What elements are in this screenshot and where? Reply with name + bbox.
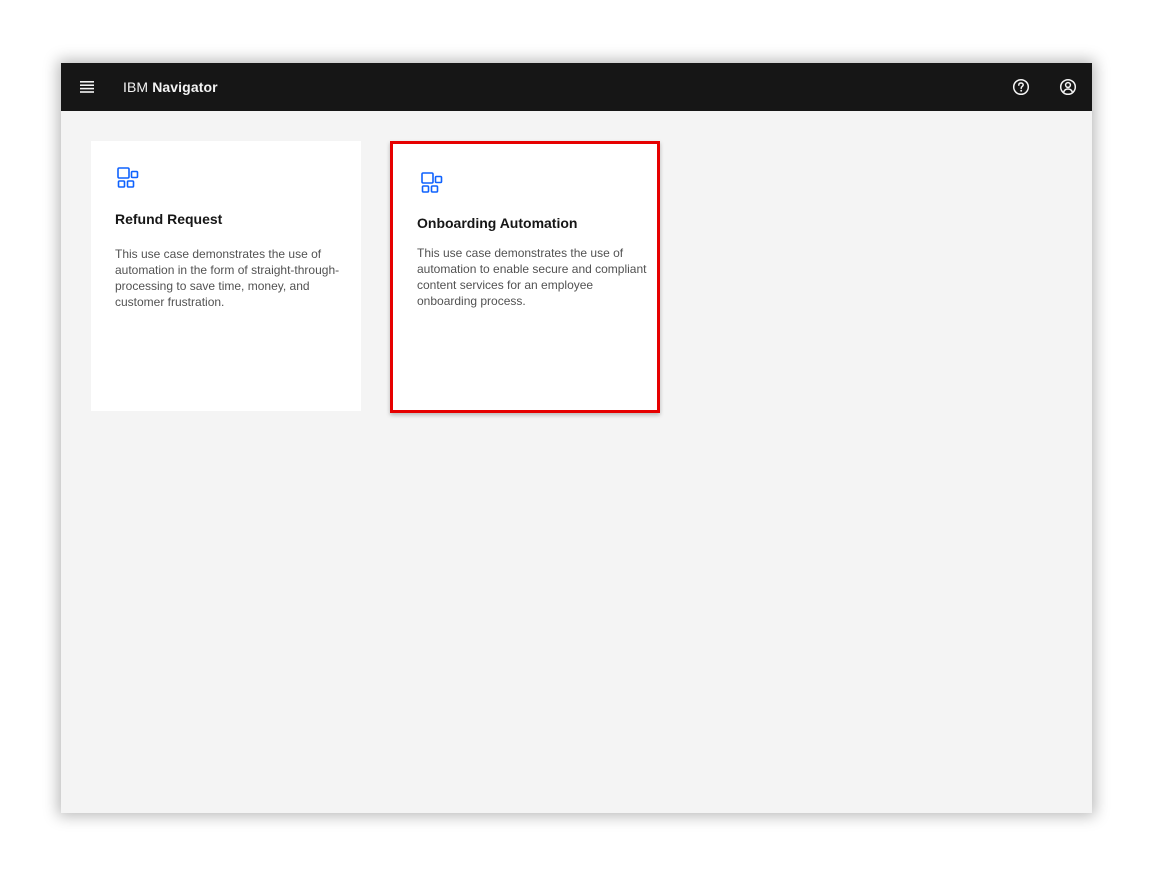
- card-description: This use case demonstrates the use of au…: [417, 246, 647, 308]
- card-description: This use case demonstrates the use of au…: [115, 247, 340, 309]
- help-icon: [1012, 78, 1030, 96]
- user-avatar-icon: [1059, 78, 1077, 96]
- apps-icon: [421, 172, 443, 193]
- brand-name: Navigator: [152, 79, 218, 95]
- app-window: IBM Navigator Refund Request This use ca…: [61, 63, 1092, 813]
- header-bar: IBM Navigator: [61, 63, 1092, 111]
- help-button[interactable]: [1005, 71, 1037, 103]
- menu-icon: [80, 81, 94, 93]
- menu-button[interactable]: [71, 71, 103, 103]
- card-onboarding-automation[interactable]: Onboarding Automation This use case demo…: [390, 141, 660, 413]
- app-brand[interactable]: IBM Navigator: [123, 63, 218, 111]
- brand-prefix: IBM: [123, 79, 149, 95]
- card-refund-request[interactable]: Refund Request This use case demonstrate…: [91, 141, 361, 411]
- card-title: Refund Request: [115, 211, 223, 227]
- apps-icon: [117, 167, 139, 188]
- card-title: Onboarding Automation: [417, 215, 578, 231]
- user-button[interactable]: [1052, 71, 1084, 103]
